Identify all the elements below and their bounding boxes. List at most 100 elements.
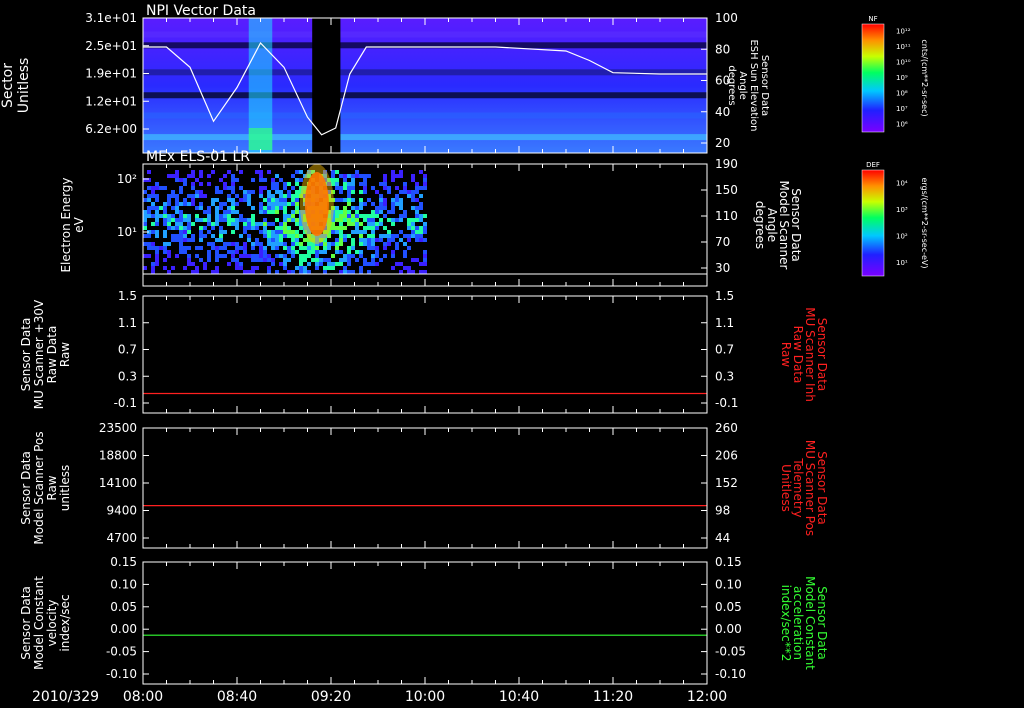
els-pixel xyxy=(247,254,251,258)
els-pixel xyxy=(375,246,379,250)
els-pixel xyxy=(263,186,267,190)
els-pixel xyxy=(219,178,223,182)
els-pixel xyxy=(219,254,223,258)
stacked-time-series-plot: 3.1e+01 2.5e+01 1.9e+01 1.2e+01 6.2e+00 100 80… xyxy=(0,3,929,705)
els-pixel xyxy=(255,170,259,174)
els-pixel xyxy=(179,190,183,194)
els-pixel xyxy=(339,230,343,234)
els-pixel xyxy=(167,270,171,274)
colorbar xyxy=(861,169,885,277)
els-pixel xyxy=(299,254,303,258)
els-pixel xyxy=(251,266,255,270)
y-axis-label: Unitless xyxy=(16,58,32,114)
els-pixel xyxy=(219,206,223,210)
els-pixel xyxy=(227,218,231,222)
els-pixel xyxy=(279,178,283,182)
els-pixel xyxy=(251,178,255,182)
els-pixel xyxy=(247,226,251,230)
npi-flux-enhancement-low xyxy=(248,128,273,150)
els-pixel xyxy=(175,178,179,182)
els-pixel xyxy=(231,210,235,214)
els-pixel xyxy=(299,266,303,270)
els-pixel xyxy=(351,222,355,226)
els-pixel xyxy=(267,234,271,238)
els-pixel xyxy=(199,170,203,174)
els-pixel xyxy=(375,250,379,254)
els-pixel xyxy=(351,218,355,222)
els-pixel xyxy=(283,186,287,190)
els-pixel xyxy=(171,206,175,210)
els-pixel xyxy=(343,270,347,274)
els-pixel xyxy=(235,246,239,250)
els-pixel xyxy=(347,218,351,222)
els-pixel xyxy=(351,230,355,234)
y2-axis-label: degrees xyxy=(726,65,737,105)
els-pixel xyxy=(215,270,219,274)
els-pixel xyxy=(263,178,267,182)
els-pixel xyxy=(263,246,267,250)
els-pixel xyxy=(167,214,171,218)
els-pixel xyxy=(311,246,315,250)
y2-tick-label: 0.00 xyxy=(715,622,742,636)
els-pixel xyxy=(375,222,379,226)
els-pixel xyxy=(151,194,155,198)
els-pixel xyxy=(299,226,303,230)
els-pixel xyxy=(315,258,319,262)
els-pixel xyxy=(339,186,343,190)
els-pixel xyxy=(339,270,343,274)
els-pixel xyxy=(279,190,283,194)
els-pixel xyxy=(259,174,263,178)
els-pixel xyxy=(343,218,347,222)
els-pixel xyxy=(231,218,235,222)
els-pixel xyxy=(195,206,199,210)
els-pixel xyxy=(167,250,171,254)
els-pixel xyxy=(363,182,367,186)
els-pixel xyxy=(371,230,375,234)
els-pixel xyxy=(279,254,283,258)
els-pixel xyxy=(275,234,279,238)
els-pixel xyxy=(151,190,155,194)
els-pixel xyxy=(419,226,423,230)
els-pixel xyxy=(407,238,411,242)
els-pixel xyxy=(283,206,287,210)
y-axis-label: eV xyxy=(72,216,86,232)
y-axis-label: index/sec xyxy=(58,594,72,651)
els-pixel xyxy=(251,214,255,218)
els-pixel xyxy=(323,266,327,270)
els-pixel xyxy=(299,262,303,266)
els-pixel xyxy=(383,214,387,218)
els-pixel xyxy=(391,218,395,222)
els-pixel xyxy=(363,174,367,178)
els-pixel xyxy=(379,222,383,226)
els-pixel xyxy=(267,270,271,274)
els-pixel xyxy=(143,210,147,214)
els-pixel xyxy=(155,246,159,250)
els-pixel xyxy=(347,186,351,190)
els-pixel xyxy=(283,194,287,198)
els-pixel xyxy=(387,230,391,234)
els-pixel xyxy=(415,218,419,222)
els-pixel xyxy=(339,214,343,218)
els-pixel xyxy=(303,238,307,242)
els-pixel xyxy=(339,242,343,246)
els-pixel xyxy=(371,210,375,214)
els-pixel xyxy=(351,182,355,186)
els-pixel xyxy=(295,250,299,254)
els-pixel xyxy=(347,210,351,214)
els-pixel xyxy=(367,222,371,226)
els-pixel xyxy=(287,250,291,254)
els-pixel xyxy=(207,258,211,262)
els-pixel xyxy=(275,218,279,222)
els-pixel xyxy=(239,186,243,190)
els-pixel xyxy=(419,170,423,174)
els-pixel xyxy=(371,214,375,218)
els-pixel xyxy=(331,170,335,174)
els-pixel xyxy=(355,210,359,214)
y-tick-label: 0.05 xyxy=(110,600,137,614)
els-pixel xyxy=(359,254,363,258)
els-pixel xyxy=(263,206,267,210)
els-pixel xyxy=(247,190,251,194)
els-pixel xyxy=(167,218,171,222)
els-pixel xyxy=(143,214,147,218)
els-pixel xyxy=(215,222,219,226)
